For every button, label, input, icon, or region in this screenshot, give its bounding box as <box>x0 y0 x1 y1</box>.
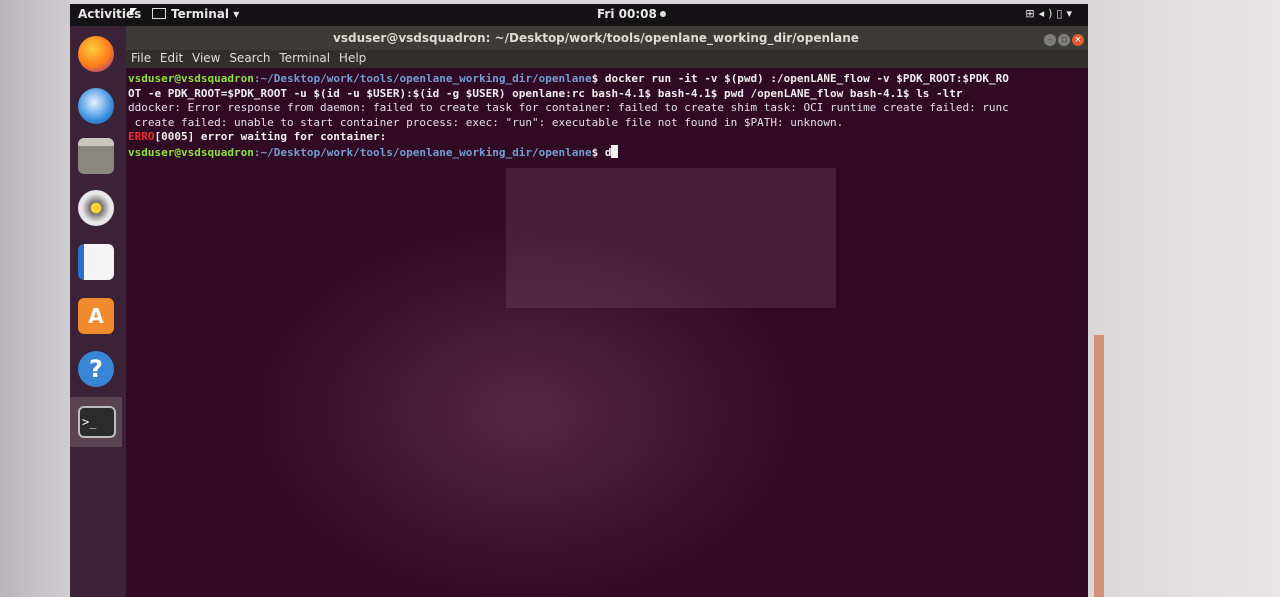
volume-icon: ◂) <box>1038 7 1057 20</box>
app-menu-button[interactable]: Terminal ▾ <box>152 7 239 21</box>
battery-icon: ▯ <box>1056 7 1067 20</box>
thunderbird-icon[interactable] <box>78 88 114 124</box>
window-title: vsduser@vsdsquadron: ~/Desktop/work/tool… <box>333 31 859 45</box>
notification-dot-icon <box>659 11 666 17</box>
menu-edit[interactable]: Edit <box>160 51 183 65</box>
menu-search[interactable]: Search <box>229 51 270 65</box>
terminal-output: vsduser@vsdsquadron:~/Desktop/work/tools… <box>126 68 1088 161</box>
terminal-area[interactable]: vsduser@vsdsquadron:~/Desktop/work/tools… <box>126 68 1088 597</box>
libreoffice-writer-icon[interactable] <box>78 244 114 280</box>
text-cursor <box>611 144 619 158</box>
maximize-button[interactable]: ▫ <box>1058 34 1070 46</box>
screen-glare <box>506 168 836 308</box>
command-text: docker run -it -v $(pwd) :/openLANE_flow… <box>604 72 1009 85</box>
files-icon[interactable] <box>78 138 114 174</box>
prompt-sign: $ <box>591 72 605 85</box>
prompt-path: :~/Desktop/work/tools/openlane_working_d… <box>253 72 592 85</box>
output-text: ddocker: Error response from daemon: fai… <box>128 101 1009 115</box>
clock-label: Fri 00:08 <box>597 7 657 21</box>
menu-view[interactable]: View <box>192 51 220 65</box>
prompt-path: :~/Desktop/work/tools/openlane_working_d… <box>253 145 592 159</box>
desktop-screen: Activities Terminal ▾ Fri 00:08 ⊞◂)▯▾ A … <box>70 4 1088 597</box>
output-text: create failed: unable to start container… <box>128 115 844 129</box>
close-button[interactable]: × <box>1072 34 1084 46</box>
monitor-bezel-edge <box>1094 335 1104 597</box>
command-text: OT -e PDK_ROOT=$PDK_ROOT -u $(id -u $USE… <box>128 86 963 100</box>
terminal-line: ddocker: Error response from daemon: fai… <box>128 101 1088 116</box>
software-store-icon[interactable]: A <box>78 298 114 334</box>
menu-terminal[interactable]: Terminal <box>279 51 330 65</box>
window-titlebar[interactable]: vsduser@vsdsquadron: ~/Desktop/work/tool… <box>126 26 1088 50</box>
terminal-line: OT -e PDK_ROOT=$PDK_ROOT -u $(id -u $USE… <box>128 87 1088 102</box>
terminal-icon[interactable]: >_ <box>78 406 116 438</box>
firefox-icon[interactable] <box>78 36 114 72</box>
terminal-line: vsduser@vsdsquadron:~/Desktop/work/tools… <box>128 144 1088 161</box>
photo-background-left <box>0 0 70 597</box>
menu-bar: File Edit View Search Terminal Help <box>126 50 1088 68</box>
terminal-window-icon <box>152 8 166 19</box>
prompt-user: vsduser@vsdsquadron <box>128 145 254 159</box>
terminal-line: create failed: unable to start container… <box>128 116 1088 131</box>
rhythmbox-icon[interactable] <box>78 190 114 226</box>
prompt-sign: $ <box>591 145 605 159</box>
window-controls: – ▫ × <box>1042 31 1084 46</box>
clock[interactable]: Fri 00:08 <box>597 7 666 21</box>
top-panel: Activities Terminal ▾ Fri 00:08 ⊞◂)▯▾ <box>70 4 1088 26</box>
mouse-pointer-icon <box>130 8 137 15</box>
prompt-user: vsduser@vsdsquadron <box>128 72 254 85</box>
dock: A ? >_ <box>70 26 126 597</box>
current-input[interactable]: d <box>605 146 612 159</box>
app-menu-label: Terminal <box>171 7 230 21</box>
network-icon: ⊞ <box>1025 7 1039 20</box>
minimize-button[interactable]: – <box>1044 34 1056 46</box>
menu-file[interactable]: File <box>131 51 151 65</box>
terminal-line: vsduser@vsdsquadron:~/Desktop/work/tools… <box>128 72 1088 87</box>
terminal-line: ERRO[0005] error waiting for container: <box>128 130 1088 145</box>
photo-background-right <box>1088 0 1280 597</box>
system-tray[interactable]: ⊞◂)▯▾ <box>1025 7 1076 20</box>
menu-help[interactable]: Help <box>339 51 366 65</box>
help-icon[interactable]: ? <box>78 351 114 387</box>
error-tag: ERRO <box>128 130 155 144</box>
error-text: [0005] error waiting for container: <box>154 130 387 144</box>
chevron-down-icon: ▾ <box>1066 7 1076 20</box>
